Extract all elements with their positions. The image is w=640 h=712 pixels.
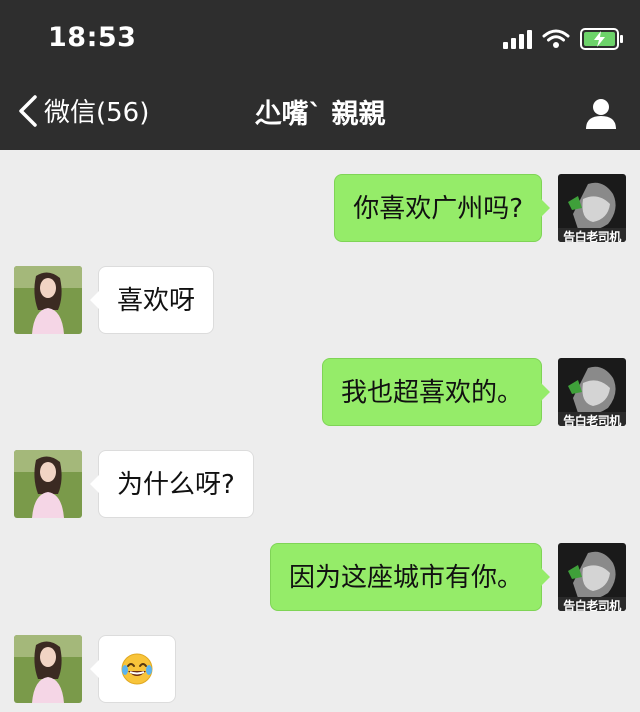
back-button[interactable]: 微信(56) [16, 92, 149, 129]
avatar-image [14, 266, 82, 334]
my-avatar[interactable]: 告白老司机 [558, 174, 626, 242]
message-bubble-received[interactable]: 😂 [90, 635, 176, 703]
avatar-caption: 告白老司机 [563, 599, 621, 611]
battery-charging-icon [580, 28, 623, 50]
message-bubble-sent[interactable]: 因为这座城市有你。 [269, 543, 551, 611]
avatar-image [14, 635, 82, 703]
contact-avatar[interactable] [14, 266, 82, 334]
chevron-left-icon [19, 94, 37, 127]
chat-profile-button[interactable] [584, 96, 618, 134]
contact-avatar[interactable] [14, 450, 82, 518]
my-avatar[interactable]: 告白老司机 [558, 358, 626, 426]
avatar-image [14, 450, 82, 518]
tears-of-joy-emoji-icon [121, 653, 153, 684]
status-time: 18:53 [48, 22, 137, 53]
avatar-caption: 告白老司机 [563, 414, 621, 426]
chat-area[interactable]: 你喜欢广州吗? 告白老司机 喜欢呀 我也超喜欢的。 告白老司机 为什么呀? 因为… [0, 150, 640, 712]
wifi-icon [542, 29, 570, 48]
cellular-signal-icon [503, 29, 532, 49]
message-bubble-sent[interactable]: 我也超喜欢的。 [321, 358, 551, 426]
person-icon [586, 99, 616, 129]
contact-avatar[interactable] [14, 635, 82, 703]
message-bubble-sent[interactable]: 你喜欢广州吗? [334, 174, 550, 242]
message-bubble-received[interactable]: 喜欢呀 [89, 266, 215, 334]
top-bar: 18:53 微信(56) 尐嘴ˋ 親親 [0, 0, 640, 150]
avatar-caption: 告白老司机 [563, 230, 621, 242]
message-bubble-received[interactable]: 为什么呀? [90, 450, 254, 518]
my-avatar[interactable]: 告白老司机 [558, 543, 626, 611]
back-label: 微信(56) [44, 98, 150, 128]
status-icons [503, 28, 624, 50]
